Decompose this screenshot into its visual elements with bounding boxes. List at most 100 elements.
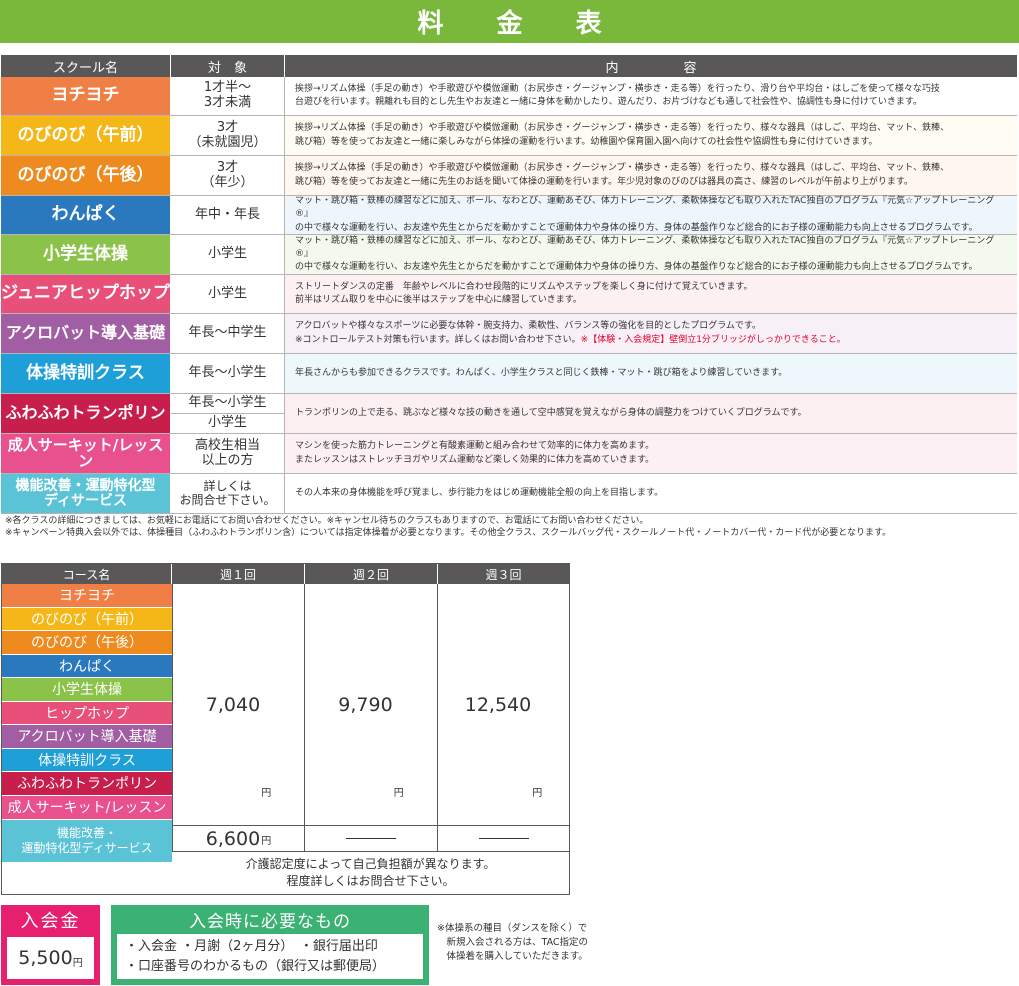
target-line: 1才半〜 [203, 80, 252, 96]
header-school-name: スクール名 [1, 55, 171, 77]
target-line: 3才 [216, 119, 239, 135]
table-row: 機能改善・運動特化型 ディサービス 詳しくは お問合せ下さい。 その人本来の身体… [1, 474, 1017, 514]
school-name-line: 機能改善・運動特化型 [15, 477, 156, 494]
price-once-weekly: 7,040 円 [172, 584, 305, 825]
course-name: ヨチヨチ [2, 584, 172, 608]
price-thrice-weekly: 12,540 円 [438, 584, 569, 825]
course-name: 小学生体操 [2, 678, 172, 702]
school-target: 小学生 [171, 275, 285, 313]
school-content: トランポリンの上で走る、跳ぶなど様々な技の動きを通して空中感覚を覚えながら身体の… [285, 394, 1017, 433]
price-value: 6,600 [205, 827, 261, 850]
school-name: 機能改善・運動特化型 ディサービス [1, 474, 171, 513]
course-name: 体操特訓クラス [2, 748, 172, 772]
course-name: わんぱく [2, 654, 172, 678]
care-note-line: 介護認定度によって自己負担額が異なります。 [245, 857, 496, 872]
required-items-label: 入会時に必要なもの [189, 911, 351, 932]
school-name: ジュニアヒップホップ [1, 275, 171, 313]
entry-rule-warning: ※【体験・入会規定】壁倒立1分ブリッジがしっかりできること。 [580, 334, 846, 345]
content-line: 跳び箱）等を使ってお友達と一緒に先生のお話を聞いて体操の運動を行います。年少児対… [295, 176, 914, 187]
school-content: 挨拶→リズム体操（手足の動き）や手歌遊びや模倣運動（お尻歩き・グージャンプ・横歩… [285, 116, 1017, 155]
school-name: わんぱく [1, 196, 171, 234]
school-content: マット・跳び箱・鉄棒の練習などに加え、ボール、なわとび、運動あそび、体力トレーニ… [285, 196, 1017, 234]
school-content: ストリートダンスの定番 年齢やレベルに合わせ段階的にリズムやステップを楽しく身に… [285, 275, 1017, 313]
price-value: 9,790 [338, 693, 393, 716]
price-table: コース名 週１回 週２回 週３回 ヨチヨチ のびのび（午前） のびのび（午後） … [1, 563, 570, 895]
school-table-header: スクール名 対 象 内 容 [1, 55, 1017, 77]
course-name: アクロバット導入基礎 [2, 725, 172, 749]
course-name-adult: 成人サーキット/レッスン [2, 795, 172, 820]
school-name: アクロバット導入基礎 [1, 314, 171, 353]
school-target: 年長〜小学生 小学生 [171, 394, 285, 433]
content-line: 前半はリズム取りを中心に後半はステップを中心に練習していきます。 [295, 295, 582, 305]
table-row: 体操特訓クラス 年長〜小学生 年長さんからも参加できるクラスです。わんぱく、小学… [1, 354, 1017, 394]
table-row: ジュニアヒップホップ 小学生 ストリートダンスの定番 年齢やレベルに合わせ段階的… [1, 275, 1017, 314]
uniform-note: ※体操系の種目（ダンスを除く）で 新規入会される方は、TAC指定の 体操着を購入… [437, 922, 588, 963]
price-value: 7,040 [205, 693, 261, 716]
uniform-note-line: 新規入会される方は、TAC指定の [437, 936, 589, 948]
content-line: 台遊びを行います。親離れも目的とし先生やお友達と一緒に身体を動かしたり、遊んだり… [295, 97, 922, 107]
table-row: のびのび（午前） 3才 （未就園児） 挨拶→リズム体操（手足の動き）や手歌遊びや… [1, 116, 1017, 156]
school-name: 成人サーキット/レッスン [1, 434, 171, 473]
school-name: ヨチヨチ [1, 77, 171, 115]
target-line: 小学生 [207, 415, 247, 431]
school-target: 年長〜中学生 [171, 314, 285, 353]
content-line: 挨拶→リズム体操（手足の動き）や手歌遊びや模倣運動（お尻歩き・グージャンプ・横歩… [295, 163, 950, 174]
content-line: 挨拶→リズム体操（手足の動き）や手歌遊びや模倣運動（お尻歩き・グージャンプ・横歩… [295, 83, 940, 94]
school-name: 小学生体操 [1, 235, 171, 274]
table-row: わんぱく 年中・年長 マット・跳び箱・鉄棒の練習などに加え、ボール、なわとび、運… [1, 196, 1017, 235]
header-course-name: コース名 [2, 564, 172, 584]
school-target: 高校生相当 以上の方 [171, 434, 285, 473]
school-name: 体操特訓クラス [1, 354, 171, 393]
care-price-note: 介護認定度によって自己負担額が異なります。 程度詳しくはお問合せ下さい。 [172, 851, 569, 894]
school-target: 3才 （未就園児） [171, 116, 285, 155]
school-content: マット・跳び箱・鉄棒の練習などに加え、ボール、なわとび、運動あそび、体力トレーニ… [285, 235, 1017, 274]
entry-fee-amount: 5,500 [18, 947, 73, 969]
table-notes: ※各クラスの詳細につきましては、お気軽にお電話にてお問い合わせください。※キャン… [5, 516, 891, 539]
content-line: アクロバットや様々なスポーツに必要な体幹・腕支持力、柔軟性、バランス等の強化を目… [295, 321, 762, 332]
content-line: トランポリンの上で走る、跳ぶなど様々な技の動きを通して空中感覚を覚えながら身体の… [295, 407, 807, 418]
price-table-header: コース名 週１回 週２回 週３回 [2, 564, 569, 584]
price-value: 12,540 [464, 693, 532, 716]
target-line: 3才未満 [203, 95, 252, 110]
target-line: 3才 [216, 159, 239, 175]
required-items-box: 入会時に必要なもの ・入会金 ・月謝（2ヶ月分） ・銀行届出印 ・口座番号のわか… [111, 905, 429, 985]
school-content: マシンを使った筋力トレーニングと有酸素運動と組み合わせて効率的に体力を高めます。… [285, 434, 1017, 473]
table-row: ふわふわトランポリン 年長〜小学生 小学生 トランポリンの上で走る、跳ぶなど様々… [1, 394, 1017, 434]
target-line: （未就園児） [188, 134, 267, 150]
yen-unit: 円 [72, 958, 83, 969]
content-line: の中で様々な運動を行い、お友達や先生とからだを動かすことで運動体力や身体の操り方… [295, 222, 978, 233]
content-line: マット・跳び箱・鉄棒の練習などに加え、ボール、なわとび、運動あそび、体力トレーニ… [295, 196, 995, 220]
target-line: お問合せ下さい。 [179, 492, 276, 507]
header-target: 対 象 [171, 55, 285, 77]
content-line: その人本来の身体機能を呼び覚まし、歩行能力をはじめ運動機能全般の向上を目指します… [295, 487, 664, 498]
course-name-line: 運動特化型ディサービス [21, 840, 153, 855]
school-target: 詳しくは お問合せ下さい。 [171, 474, 285, 513]
header-thrice-weekly: 週３回 [485, 567, 522, 582]
target-line: 以上の方 [201, 452, 254, 468]
content-note: ※コントロールテスト対策も行います。詳しくはお問い合わせ下さい。 [295, 334, 581, 345]
not-available-dash [478, 838, 529, 839]
content-line: ストリートダンスの定番 年齢やレベルに合わせ段階的にリズムやステップを楽しく身に… [295, 281, 753, 292]
yen-unit: 円 [261, 788, 272, 799]
header-twice-weekly: 週２回 [305, 564, 438, 584]
target-line: 高校生相当 [194, 437, 260, 453]
target-line: （年少） [201, 174, 254, 190]
target-line: 詳しくは [203, 478, 252, 493]
adult-price-once-weekly: 6,600 円 [172, 826, 305, 851]
adult-price-thrice-weekly [438, 826, 569, 851]
course-name-care: 機能改善・ 運動特化型ディサービス [2, 819, 172, 863]
note-line: ※各クラスの詳細につきましては、お気軽にお電話にてお問い合わせください。※キャン… [5, 516, 649, 526]
header-once-weekly: 週１回 [172, 564, 305, 584]
school-content: 挨拶→リズム体操（手足の動き）や手歌遊びや模倣運動（お尻歩き・グージャンプ・横歩… [285, 77, 1017, 115]
adult-price-twice-weekly [305, 826, 438, 851]
yen-unit: 円 [261, 836, 272, 847]
school-target: 年長〜小学生 [171, 354, 285, 393]
table-row: アクロバット導入基礎 年長〜中学生 アクロバットや様々なスポーツに必要な体幹・腕… [1, 314, 1017, 354]
table-row: ヨチヨチ 1才半〜 3才未満 挨拶→リズム体操（手足の動き）や手歌遊びや模倣運動… [1, 77, 1017, 116]
content-line: マシンを使った筋力トレーニングと有酸素運動と組み合わせて効率的に体力を高めます。 [295, 441, 655, 452]
school-target: 3才 （年少） [171, 156, 285, 195]
table-row: 小学生体操 小学生 マット・跳び箱・鉄棒の練習などに加え、ボール、なわとび、運動… [1, 235, 1017, 275]
course-name-column: ヨチヨチ のびのび（午前） のびのび（午後） わんぱく 小学生体操 ヒップホップ… [2, 584, 172, 863]
course-name: ヒップホップ [2, 701, 172, 725]
target-line: 年長〜小学生 [171, 394, 284, 414]
